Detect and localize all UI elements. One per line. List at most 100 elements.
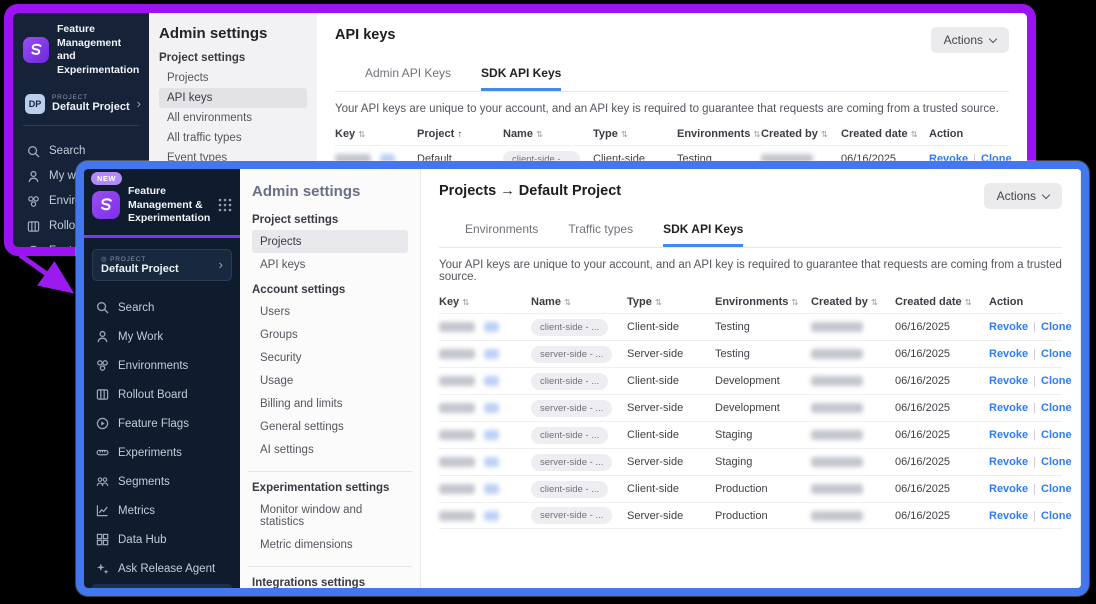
sort-icon[interactable]: ⇅ [564,297,571,307]
column-header-created_by[interactable]: Created by⇅ [811,296,895,308]
nav-item-monitor-window-and-statistics[interactable]: Monitor window and statistics [252,498,408,533]
front-window-default-project: NEW Feature Management & Experimentation [76,161,1089,596]
cell-created_date: 06/16/2025 [895,321,989,333]
tab-admin-api-keys[interactable]: Admin API Keys [365,66,451,91]
clone-link[interactable]: Clone [1041,375,1072,387]
sidebar-item-my-work[interactable]: My Work [92,323,232,351]
clone-link[interactable]: Clone [1041,402,1072,414]
nav-item-groups[interactable]: Groups [252,323,408,346]
column-header-type[interactable]: Type⇅ [627,296,715,308]
sidebar-item-data-hub[interactable]: Data Hub [92,526,232,554]
clone-link[interactable]: Clone [1041,429,1072,441]
sidebar-item-segments[interactable]: Segments [92,468,232,496]
sidebar-item-search[interactable]: Search [23,139,139,164]
redacted-created-by [811,349,863,359]
sort-icon[interactable]: ⇅ [621,129,628,139]
nav-item-all-environments[interactable]: All environments [159,108,307,128]
nav-section-header: Project settings [252,214,408,226]
sort-icon[interactable]: ⇅ [462,297,469,307]
clone-link[interactable]: Clone [1041,483,1072,495]
revoke-link[interactable]: Revoke [989,429,1028,441]
column-header-name[interactable]: Name⇅ [531,296,627,308]
sidebar-item-rollout-board[interactable]: Rollout Board [92,381,232,409]
column-header-action: Action [929,128,1009,140]
sidebar-item-experiments[interactable]: Experiments [92,439,232,467]
actions-button[interactable]: Actions [931,27,1009,53]
nav-item-metric-dimensions[interactable]: Metric dimensions [252,533,408,556]
revoke-link[interactable]: Revoke [989,375,1028,387]
action-separator: | [1033,510,1036,522]
sidebar-item-label: Data Hub [118,534,167,546]
back-project-selector[interactable]: DP PROJECT Default Project › [23,89,139,126]
cell-type: Server-side [627,510,715,522]
column-header-key[interactable]: Key⇅ [335,128,417,140]
cell-created_date: 06/16/2025 [895,483,989,495]
nav-item-users[interactable]: Users [252,300,408,323]
sort-icon[interactable]: ⇅ [358,129,365,139]
revoke-link[interactable]: Revoke [989,483,1028,495]
chevron-down-icon [989,34,997,42]
sidebar-item-fme-settings[interactable]: FME Settings [92,584,232,596]
cell-action: Revoke|Clone [989,402,1072,414]
sidebar-item-search[interactable]: Search [92,294,232,322]
nav-item-security[interactable]: Security [252,346,408,369]
sort-icon[interactable]: ⇅ [655,297,662,307]
nav-item-projects[interactable]: Projects [159,68,307,88]
nav-item-billing-and-limits[interactable]: Billing and limits [252,392,408,415]
sidebar-item-ask-release-agent[interactable]: Ask Release Agent [92,555,232,583]
sidebar-item-environments[interactable]: Environments [92,352,232,380]
sort-icon[interactable]: ⇅ [871,297,878,307]
tab-sdk-api-keys[interactable]: SDK API Keys [663,222,743,247]
tab-traffic-types[interactable]: Traffic types [568,222,633,247]
cell-type: Server-side [627,348,715,360]
sort-icon[interactable]: ⇅ [821,129,828,139]
revoke-link[interactable]: Revoke [989,402,1028,414]
column-header-environment[interactable]: Environments⇅ [715,296,811,308]
column-header-project[interactable]: Project↑ [417,128,503,140]
project-eyebrow: PROJECT [52,94,130,101]
sort-icon[interactable]: ⇅ [965,297,972,307]
column-header-created_date[interactable]: Created date⇅ [895,296,989,308]
column-header-type[interactable]: Type⇅ [593,128,677,140]
sidebar-item-metrics[interactable]: Metrics [92,497,232,525]
cell-key [439,456,531,468]
cell-created_by [811,348,895,360]
revoke-link[interactable]: Revoke [989,456,1028,468]
sidebar-item-feature-flags[interactable]: Feature Flags [92,410,232,438]
actions-button[interactable]: Actions [984,183,1062,209]
nav-item-api-keys[interactable]: API keys [252,253,408,276]
redacted-key-tag [484,430,499,440]
split-logo-icon [92,191,120,219]
clone-link[interactable]: Clone [1041,321,1072,333]
front-project-selector[interactable]: ◎ PROJECT Default Project › [92,249,232,281]
sort-icon[interactable]: ⇅ [911,129,918,139]
clone-link[interactable]: Clone [1041,348,1072,360]
sort-icon[interactable]: ⇅ [791,297,798,307]
column-header-name[interactable]: Name⇅ [503,128,593,140]
column-header-created_date[interactable]: Created date⇅ [841,128,929,140]
revoke-link[interactable]: Revoke [989,348,1028,360]
search-icon [27,145,40,158]
tab-sdk-api-keys[interactable]: SDK API Keys [481,66,561,91]
clone-link[interactable]: Clone [1041,510,1072,522]
cell-environment: Testing [715,321,811,333]
column-header-created_by[interactable]: Created by⇅ [761,128,841,140]
app-switcher-icon[interactable] [218,198,232,212]
column-header-key[interactable]: Key⇅ [439,296,531,308]
app-title: Feature Management & Experimentation [128,185,210,226]
nav-item-general-settings[interactable]: General settings [252,415,408,438]
nav-item-projects[interactable]: Projects [252,230,408,253]
nav-item-api-keys[interactable]: API keys [159,88,307,108]
column-header-environment[interactable]: Environments⇅ [677,128,761,140]
revoke-link[interactable]: Revoke [989,510,1028,522]
tab-environments[interactable]: Environments [465,222,538,247]
sort-icon[interactable]: ⇅ [536,129,543,139]
nav-item-all-traffic-types[interactable]: All traffic types [159,128,307,148]
target-icon: ◎ [101,256,107,263]
nav-item-usage[interactable]: Usage [252,369,408,392]
clone-link[interactable]: Clone [1041,456,1072,468]
sort-icon[interactable]: ⇅ [753,129,760,139]
nav-item-ai-settings[interactable]: AI settings [252,438,408,461]
sort-icon[interactable]: ↑ [457,129,462,140]
revoke-link[interactable]: Revoke [989,321,1028,333]
